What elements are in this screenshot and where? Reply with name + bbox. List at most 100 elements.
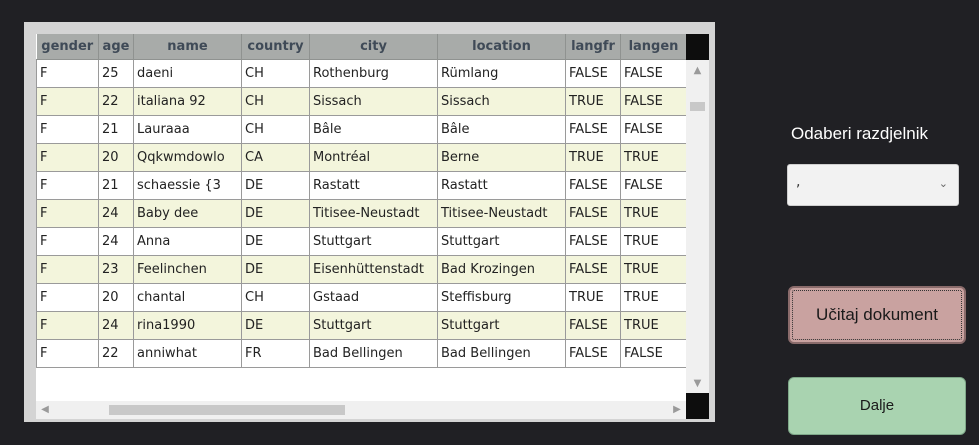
- table-cell-city[interactable]: Rastatt: [309, 171, 438, 200]
- table-cell-location[interactable]: Titisee-Neustadt: [437, 199, 566, 228]
- table-cell-gender[interactable]: F: [36, 227, 99, 256]
- table-row[interactable]: F 23 Feelinchen DE Eisenhüttenstadt Bad Krozi…: [36, 255, 687, 284]
- column-header-langfr[interactable]: langfr: [565, 34, 621, 60]
- table-cell-langen[interactable]: TRUE: [620, 143, 687, 172]
- table-cell-name[interactable]: italiana 92: [133, 87, 242, 116]
- table-row[interactable]: F 22 italiana 92 CH Sissach Sissach TRUE FALSE: [36, 87, 687, 116]
- table-cell-langfr[interactable]: FALSE: [565, 227, 621, 256]
- table-cell-country[interactable]: CH: [241, 87, 310, 116]
- table-cell-city[interactable]: Montréal: [309, 143, 438, 172]
- table-cell-country[interactable]: DE: [241, 171, 310, 200]
- table-cell-gender[interactable]: F: [36, 87, 99, 116]
- table-cell-location[interactable]: Berne: [437, 143, 566, 172]
- table-cell-country[interactable]: CA: [241, 143, 310, 172]
- table-cell-location[interactable]: Bad Krozingen: [437, 255, 566, 284]
- table-cell-age[interactable]: 21: [98, 115, 134, 144]
- horizontal-scroll-thumb[interactable]: [109, 405, 345, 415]
- column-header-city[interactable]: city: [309, 34, 438, 60]
- horizontal-scrollbar[interactable]: ◀ ▶: [36, 401, 686, 419]
- table-row[interactable]: F 20 chantal CH Gstaad Steffisburg TRUE TRUE: [36, 283, 687, 312]
- table-cell-name[interactable]: Feelinchen: [133, 255, 242, 284]
- table-cell-age[interactable]: 24: [98, 227, 134, 256]
- table-row[interactable]: F 24 Anna DE Stuttgart Stuttgart FALSE TRUE: [36, 227, 687, 256]
- table-cell-langfr[interactable]: FALSE: [565, 311, 621, 340]
- table-cell-age[interactable]: 24: [98, 311, 134, 340]
- table-cell-name[interactable]: chantal: [133, 283, 242, 312]
- table-cell-age[interactable]: 20: [98, 283, 134, 312]
- table-row[interactable]: F 25 daeni CH Rothenburg Rümlang FALSE FALSE: [36, 59, 687, 88]
- table-cell-name[interactable]: Anna: [133, 227, 242, 256]
- table-cell-langfr[interactable]: TRUE: [565, 283, 621, 312]
- table-cell-gender[interactable]: F: [36, 59, 99, 88]
- table-cell-langfr[interactable]: FALSE: [565, 171, 621, 200]
- table-cell-age[interactable]: 22: [98, 339, 134, 368]
- table-cell-country[interactable]: CH: [241, 115, 310, 144]
- table-cell-gender[interactable]: F: [36, 115, 99, 144]
- table-cell-location[interactable]: Bad Bellingen: [437, 339, 566, 368]
- table-cell-country[interactable]: FR: [241, 339, 310, 368]
- table-cell-langfr[interactable]: FALSE: [565, 59, 621, 88]
- table-cell-city[interactable]: Gstaad: [309, 283, 438, 312]
- column-header-name[interactable]: name: [133, 34, 242, 60]
- table-cell-gender[interactable]: F: [36, 199, 99, 228]
- table-cell-name[interactable]: Baby dee: [133, 199, 242, 228]
- table-cell-langen[interactable]: FALSE: [620, 171, 687, 200]
- table-cell-name[interactable]: anniwhat: [133, 339, 242, 368]
- table-cell-city[interactable]: Sissach: [309, 87, 438, 116]
- table-cell-location[interactable]: Stuttgart: [437, 311, 566, 340]
- table-cell-location[interactable]: Rümlang: [437, 59, 566, 88]
- column-header-langen[interactable]: langen: [620, 34, 687, 60]
- table-cell-age[interactable]: 22: [98, 87, 134, 116]
- table-cell-country[interactable]: DE: [241, 255, 310, 284]
- table-cell-city[interactable]: Bâle: [309, 115, 438, 144]
- table-cell-country[interactable]: CH: [241, 283, 310, 312]
- table-row[interactable]: F 24 Baby dee DE Titisee-Neustadt Titisee-Neu…: [36, 199, 687, 228]
- chevron-up-icon[interactable]: ▲: [686, 62, 709, 80]
- table-cell-city[interactable]: Bad Bellingen: [309, 339, 438, 368]
- table-cell-age[interactable]: 24: [98, 199, 134, 228]
- column-header-age[interactable]: age: [98, 34, 134, 60]
- table-cell-location[interactable]: Rastatt: [437, 171, 566, 200]
- table-cell-name[interactable]: rina1990: [133, 311, 242, 340]
- data-grid[interactable]: gender age name country city location langfr la…: [36, 34, 709, 419]
- table-cell-gender[interactable]: F: [36, 255, 99, 284]
- table-cell-name[interactable]: schaessie {3: [133, 171, 242, 200]
- chevron-left-icon[interactable]: ◀: [36, 401, 54, 419]
- load-document-button[interactable]: Učitaj dokument: [788, 286, 966, 344]
- table-row[interactable]: F 20 Qqkwmdowlo CA Montréal Berne TRUE TRUE: [36, 143, 687, 172]
- table-row[interactable]: F 24 rina1990 DE Stuttgart Stuttgart FALSE TRUE: [36, 311, 687, 340]
- table-cell-langen[interactable]: TRUE: [620, 227, 687, 256]
- column-header-location[interactable]: location: [437, 34, 566, 60]
- table-cell-langfr[interactable]: TRUE: [565, 87, 621, 116]
- table-cell-name[interactable]: Lauraaa: [133, 115, 242, 144]
- table-cell-langfr[interactable]: FALSE: [565, 115, 621, 144]
- table-cell-country[interactable]: DE: [241, 227, 310, 256]
- table-cell-langen[interactable]: FALSE: [620, 339, 687, 368]
- table-cell-name[interactable]: Qqkwmdowlo: [133, 143, 242, 172]
- vertical-scroll-thumb[interactable]: [690, 102, 705, 111]
- table-cell-country[interactable]: CH: [241, 59, 310, 88]
- next-button[interactable]: Dalje: [788, 377, 966, 435]
- column-header-gender[interactable]: gender: [36, 34, 99, 60]
- table-cell-name[interactable]: daeni: [133, 59, 242, 88]
- column-header-country[interactable]: country: [241, 34, 310, 60]
- separator-dropdown[interactable]: , ⌄: [787, 164, 959, 206]
- table-cell-city[interactable]: Stuttgart: [309, 227, 438, 256]
- table-cell-langen[interactable]: TRUE: [620, 255, 687, 284]
- table-cell-age[interactable]: 20: [98, 143, 134, 172]
- table-cell-age[interactable]: 23: [98, 255, 134, 284]
- table-cell-langen[interactable]: TRUE: [620, 199, 687, 228]
- table-cell-location[interactable]: Stuttgart: [437, 227, 566, 256]
- table-cell-gender[interactable]: F: [36, 171, 99, 200]
- table-cell-location[interactable]: Bâle: [437, 115, 566, 144]
- table-cell-city[interactable]: Titisee-Neustadt: [309, 199, 438, 228]
- table-cell-langen[interactable]: FALSE: [620, 115, 687, 144]
- table-row[interactable]: F 22 anniwhat FR Bad Bellingen Bad Bellingen F…: [36, 339, 687, 368]
- table-cell-location[interactable]: Steffisburg: [437, 283, 566, 312]
- table-cell-city[interactable]: Rothenburg: [309, 59, 438, 88]
- table-cell-city[interactable]: Eisenhüttenstadt: [309, 255, 438, 284]
- table-row[interactable]: F 21 schaessie {3 DE Rastatt Rastatt FALSE FALS…: [36, 171, 687, 200]
- table-cell-country[interactable]: DE: [241, 199, 310, 228]
- table-cell-langen[interactable]: TRUE: [620, 311, 687, 340]
- chevron-down-icon[interactable]: ▼: [686, 375, 709, 393]
